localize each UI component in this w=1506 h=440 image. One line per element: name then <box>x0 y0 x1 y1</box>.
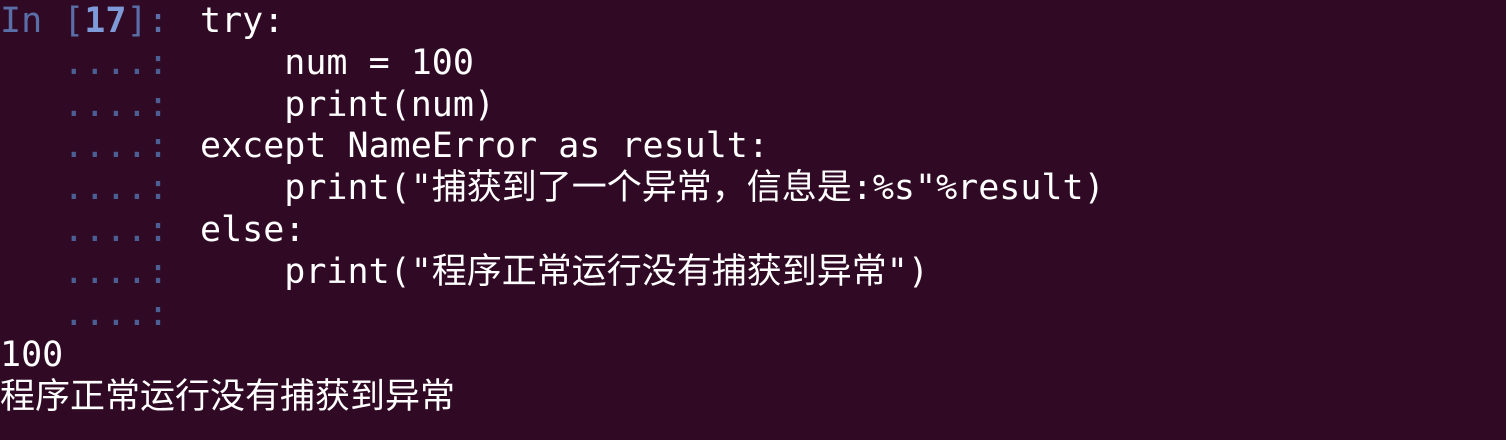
code-line: print("程序正常运行没有捕获到异常") <box>200 251 929 292</box>
prompt-cell-number: 17 <box>84 1 127 41</box>
continuation-prompt: ....: <box>0 293 190 334</box>
input-prompt: In [17]: <box>0 1 200 43</box>
continuation-prompt: ....: <box>0 126 190 167</box>
input-line-8: ....: <box>0 294 1506 336</box>
code-line: print(num) <box>200 84 496 125</box>
continuation-prompt: ....: <box>0 168 190 209</box>
continuation-prompt: ....: <box>0 251 190 292</box>
input-line-1: In [17]: try: <box>0 1 1506 43</box>
prompt-in-suffix: ]: <box>126 1 190 41</box>
output-line-2: 程序正常运行没有捕获到异常 <box>0 377 1506 419</box>
code-line: try: <box>200 1 285 41</box>
code-line: except NameError as result: <box>200 126 769 167</box>
continuation-prompt: ....: <box>0 209 190 250</box>
code-line: else: <box>200 209 306 250</box>
input-line-2: ....: num = 100 <box>0 43 1506 85</box>
input-line-5: ....: print("捕获到了一个异常，信息是:%s"%result) <box>0 168 1506 210</box>
output-text: 程序正常运行没有捕获到异常 <box>0 377 456 418</box>
prompt-in-label: In [ <box>0 1 85 41</box>
continuation-prompt: ....: <box>0 84 190 125</box>
code-line: num = 100 <box>200 42 474 83</box>
code-line: print("捕获到了一个异常，信息是:%s"%result) <box>200 168 1105 209</box>
terminal-window[interactable]: In [17]: try: ....: num = 100 ....: prin… <box>0 0 1506 440</box>
output-text: 100 <box>0 335 64 376</box>
output-line-1: 100 <box>0 335 1506 377</box>
input-line-3: ....: print(num) <box>0 85 1506 127</box>
input-line-7: ....: print("程序正常运行没有捕获到异常") <box>0 252 1506 294</box>
input-line-4: ....: except NameError as result: <box>0 126 1506 168</box>
input-line-6: ....: else: <box>0 210 1506 252</box>
continuation-prompt: ....: <box>0 42 190 83</box>
